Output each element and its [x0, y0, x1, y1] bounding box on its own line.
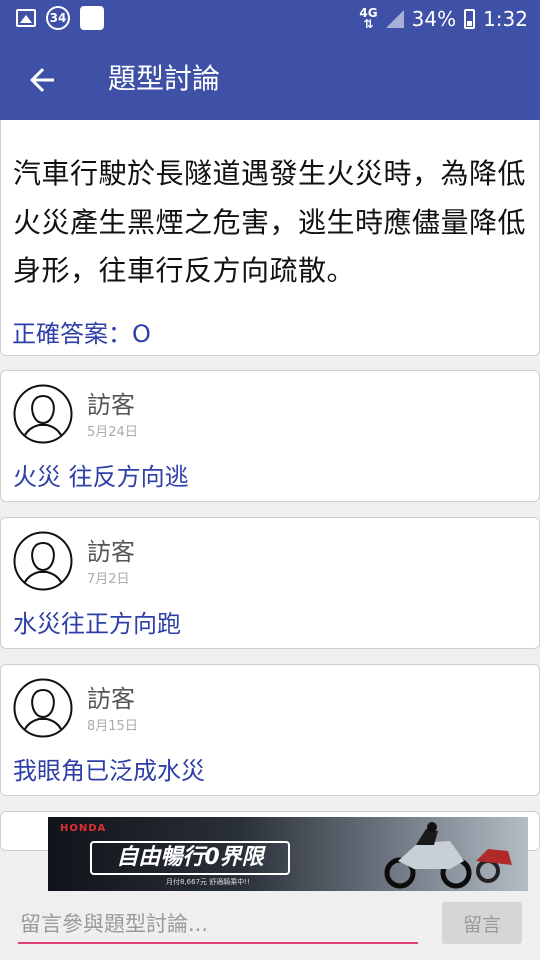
avatar-icon — [13, 384, 73, 444]
status-bar: 34 4G ⇅ 34% 1:32 — [0, 0, 540, 38]
comment-card: 訪客 7月2日 水災往正方向跑 — [0, 517, 540, 649]
correct-answer: 正確答案：O — [12, 320, 151, 348]
comment-card: 訪客 8月15日 我眼角已泛成水災 — [0, 664, 540, 796]
comment-date: 5月24日 — [87, 425, 138, 440]
battery-percent: 34% — [411, 7, 457, 31]
ad-banner[interactable]: HONDA 自由暢行0界限 月付8,667元 舒適騎乘中!! — [48, 817, 528, 891]
motorcycle-icon — [384, 822, 512, 889]
status-bar-left: 34 — [16, 6, 104, 30]
comment-card: 訪客 5月24日 火災 往反方向逃 — [0, 370, 540, 502]
comment-author: 訪客 — [87, 685, 135, 713]
comment-date: 8月15日 — [87, 719, 138, 734]
page-title: 題型討論 — [108, 62, 221, 95]
comment-text: 我眼角已泛成水災 — [13, 757, 205, 785]
comment-text: 水災往正方向跑 — [13, 610, 181, 638]
comment-author: 訪客 — [87, 538, 135, 566]
clock: 1:32 — [483, 7, 528, 31]
battery-icon — [464, 9, 476, 29]
signal-icon — [385, 10, 404, 28]
network-icon: 4G ⇅ — [359, 6, 378, 31]
app-notification-icon — [80, 6, 104, 30]
avatar-icon — [13, 531, 73, 591]
image-notification-icon — [16, 9, 36, 27]
comment-date: 7月2日 — [87, 572, 130, 587]
ad-subtext: 月付8,667元 舒適騎乘中!! — [166, 878, 250, 886]
notification-count-icon: 34 — [46, 6, 70, 30]
comment-input[interactable] — [18, 906, 418, 944]
comment-author: 訪客 — [87, 391, 135, 419]
question-text: 汽車行駛於長隧道遇發生火災時，為降低火災產生黑煙之危害，逃生時應儘量降低身形，往… — [13, 157, 527, 287]
comment-text: 火災 往反方向逃 — [13, 463, 189, 491]
comment-input-bar: 留言 — [0, 894, 540, 960]
app-bar: 題型討論 — [0, 38, 540, 120]
avatar-icon — [13, 678, 73, 738]
ad-headline: 自由暢行0界限 — [90, 841, 290, 875]
submit-comment-button[interactable]: 留言 — [442, 902, 522, 944]
status-bar-right: 4G ⇅ 34% 1:32 — [359, 7, 528, 31]
arrow-back-icon[interactable] — [24, 62, 60, 98]
ad-brand-logo: HONDA — [60, 823, 107, 834]
